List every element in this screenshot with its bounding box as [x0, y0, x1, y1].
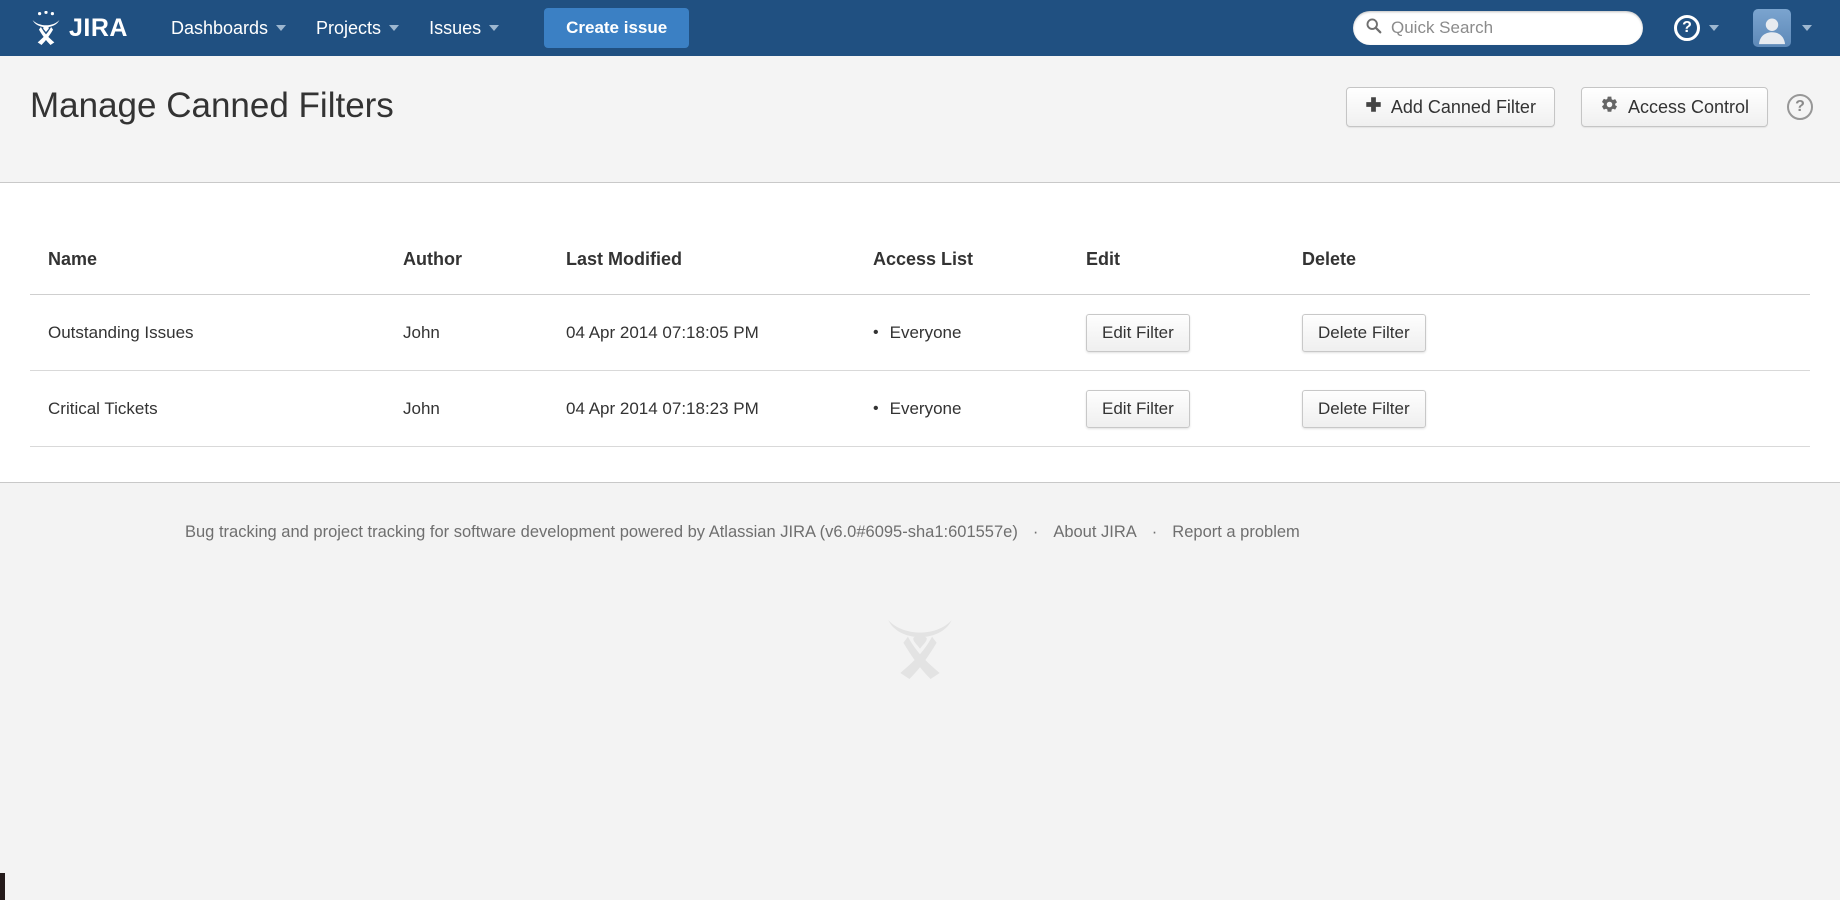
- help-icon: ?: [1674, 15, 1700, 41]
- column-header-edit: Edit: [1086, 184, 1302, 295]
- footer-separator: ·: [1032, 523, 1039, 541]
- user-menu[interactable]: [1753, 9, 1812, 47]
- create-issue-button[interactable]: Create issue: [544, 8, 690, 48]
- quick-search: [1353, 11, 1643, 45]
- main-nav: Dashboards Projects Issues: [156, 0, 514, 56]
- access-list-cell: • Everyone: [873, 323, 1086, 343]
- delete-filter-button[interactable]: Delete Filter: [1302, 313, 1426, 352]
- chevron-down-icon: [276, 25, 287, 31]
- atlassian-watermark-icon: [877, 599, 963, 684]
- plus-icon: [1365, 96, 1382, 118]
- last-modified-cell: 04 Apr 2014 07:18:05 PM: [566, 294, 873, 371]
- quick-search-input[interactable]: [1391, 18, 1621, 38]
- access-control-button[interactable]: Access Control: [1580, 87, 1768, 127]
- about-jira-link[interactable]: About JIRA: [1053, 523, 1136, 542]
- chevron-down-icon: [1709, 25, 1719, 31]
- edit-filter-button[interactable]: Edit Filter: [1086, 313, 1190, 352]
- button-label: Add Canned Filter: [1390, 96, 1536, 117]
- bullet-icon: •: [873, 323, 879, 341]
- jira-logo[interactable]: JIRA: [30, 11, 128, 45]
- button-label: Access Control: [1627, 96, 1749, 117]
- author-cell: John: [403, 370, 566, 447]
- gear-icon: [1600, 95, 1619, 119]
- chevron-down-icon: [489, 25, 500, 31]
- report-problem-link[interactable]: Report a problem: [1172, 523, 1299, 542]
- header-actions: Add Canned Filter Access Control ?: [1345, 87, 1813, 127]
- footer-separator: ·: [1151, 523, 1158, 541]
- page-help-icon[interactable]: ?: [1787, 94, 1813, 120]
- access-list-cell: • Everyone: [873, 399, 1086, 419]
- page-header: Manage Canned Filters Add Canned Filter …: [0, 56, 1840, 183]
- chevron-down-icon: [1802, 25, 1812, 31]
- edit-filter-button[interactable]: Edit Filter: [1086, 389, 1190, 428]
- add-canned-filter-button[interactable]: Add Canned Filter: [1345, 87, 1555, 127]
- nav-item-label: Projects: [316, 17, 382, 38]
- content-area: Name Author Last Modified Access List Ed…: [0, 184, 1840, 482]
- delete-filter-button[interactable]: Delete Filter: [1302, 389, 1426, 428]
- nav-item-issues[interactable]: Issues: [414, 0, 514, 56]
- last-modified-cell: 04 Apr 2014 07:18:23 PM: [566, 370, 873, 447]
- canned-filters-table: Name Author Last Modified Access List Ed…: [30, 184, 1810, 447]
- access-list-value: Everyone: [889, 322, 962, 342]
- search-icon: [1365, 17, 1382, 39]
- user-avatar-icon: [1753, 9, 1791, 47]
- column-header-access-list: Access List: [873, 184, 1086, 295]
- help-menu[interactable]: ?: [1674, 15, 1719, 41]
- column-header-delete: Delete: [1302, 184, 1810, 295]
- access-list-value: Everyone: [889, 398, 962, 418]
- brand-wordmark: JIRA: [69, 13, 128, 42]
- nav-item-label: Issues: [429, 17, 482, 38]
- atlassian-charlie-icon: [30, 11, 62, 45]
- nav-item-label: Dashboards: [170, 17, 269, 38]
- column-header-author: Author: [403, 184, 566, 295]
- top-navbar: JIRA Dashboards Projects Issues Create i…: [0, 0, 1840, 56]
- table-header-row: Name Author Last Modified Access List Ed…: [30, 184, 1810, 295]
- chevron-down-icon: [389, 25, 400, 31]
- page-title: Manage Canned Filters: [30, 86, 394, 125]
- column-header-name: Name: [30, 184, 403, 295]
- filter-name-cell: Outstanding Issues: [30, 294, 403, 371]
- text-cursor-artifact: [0, 873, 5, 900]
- footer-text: Bug tracking and project tracking for so…: [185, 523, 1018, 541]
- bullet-icon: •: [873, 399, 879, 417]
- table-row: Outstanding Issues John 04 Apr 2014 07:1…: [30, 294, 1810, 371]
- author-cell: John: [403, 294, 566, 371]
- nav-item-dashboards[interactable]: Dashboards: [156, 0, 301, 56]
- footer-line: Bug tracking and project tracking for so…: [185, 523, 1300, 542]
- filter-name-cell: Critical Tickets: [30, 370, 403, 447]
- page-footer: Bug tracking and project tracking for so…: [0, 482, 1840, 900]
- table-row: Critical Tickets John 04 Apr 2014 07:18:…: [30, 370, 1810, 447]
- column-header-last-modified: Last Modified: [566, 184, 873, 295]
- nav-item-projects[interactable]: Projects: [301, 0, 414, 56]
